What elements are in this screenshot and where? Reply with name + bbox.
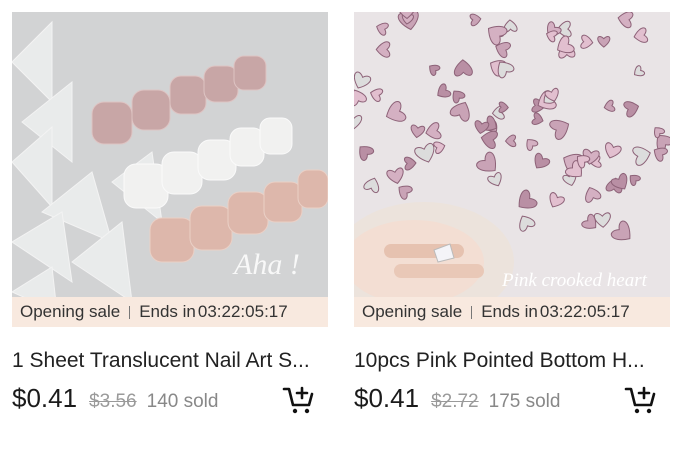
product-card[interactable]: Aha ! Opening sale Ends in 03:22:05:17 1… bbox=[12, 12, 328, 417]
add-to-cart-button[interactable] bbox=[280, 383, 316, 417]
divider bbox=[471, 305, 473, 319]
price: $0.41 bbox=[12, 383, 78, 413]
price-row: $0.41 $2.72 175 sold bbox=[354, 383, 670, 417]
ends-label: Ends in bbox=[139, 302, 196, 321]
add-to-cart-icon bbox=[624, 386, 656, 414]
original-price: $2.72 bbox=[431, 391, 479, 412]
add-to-cart-button[interactable] bbox=[622, 383, 658, 417]
countdown-timer: 03:22:05:17 bbox=[197, 302, 288, 321]
product-title[interactable]: 10pcs Pink Pointed Bottom H... bbox=[354, 349, 670, 373]
price-row: $0.41 $3.56 140 sold bbox=[12, 383, 328, 417]
sale-label: Opening sale bbox=[362, 302, 463, 321]
image-watermark: Aha ! bbox=[232, 248, 300, 281]
product-title[interactable]: 1 Sheet Translucent Nail Art S... bbox=[12, 349, 328, 373]
divider bbox=[129, 305, 131, 319]
opening-sale-bar: Opening sale Ends in 03:22:05:17 bbox=[12, 297, 328, 327]
add-to-cart-icon bbox=[282, 386, 314, 414]
opening-sale-bar: Opening sale Ends in 03:22:05:17 bbox=[354, 297, 670, 327]
sold-count: 175 sold bbox=[488, 391, 561, 412]
price: $0.41 bbox=[354, 383, 420, 413]
product-card[interactable]: Pink crooked heart Opening sale Ends in … bbox=[354, 12, 670, 417]
ends-label: Ends in bbox=[481, 302, 538, 321]
original-price: $3.56 bbox=[89, 391, 137, 412]
product-grid: Aha ! Opening sale Ends in 03:22:05:17 1… bbox=[0, 0, 684, 450]
sold-count: 140 sold bbox=[146, 391, 219, 412]
product-image[interactable]: Aha ! Opening sale Ends in 03:22:05:17 bbox=[12, 12, 328, 327]
image-watermark: Pink crooked heart bbox=[501, 270, 648, 291]
countdown-timer: 03:22:05:17 bbox=[539, 302, 630, 321]
product-image[interactable]: Pink crooked heart Opening sale Ends in … bbox=[354, 12, 670, 327]
sale-label: Opening sale bbox=[20, 302, 121, 321]
